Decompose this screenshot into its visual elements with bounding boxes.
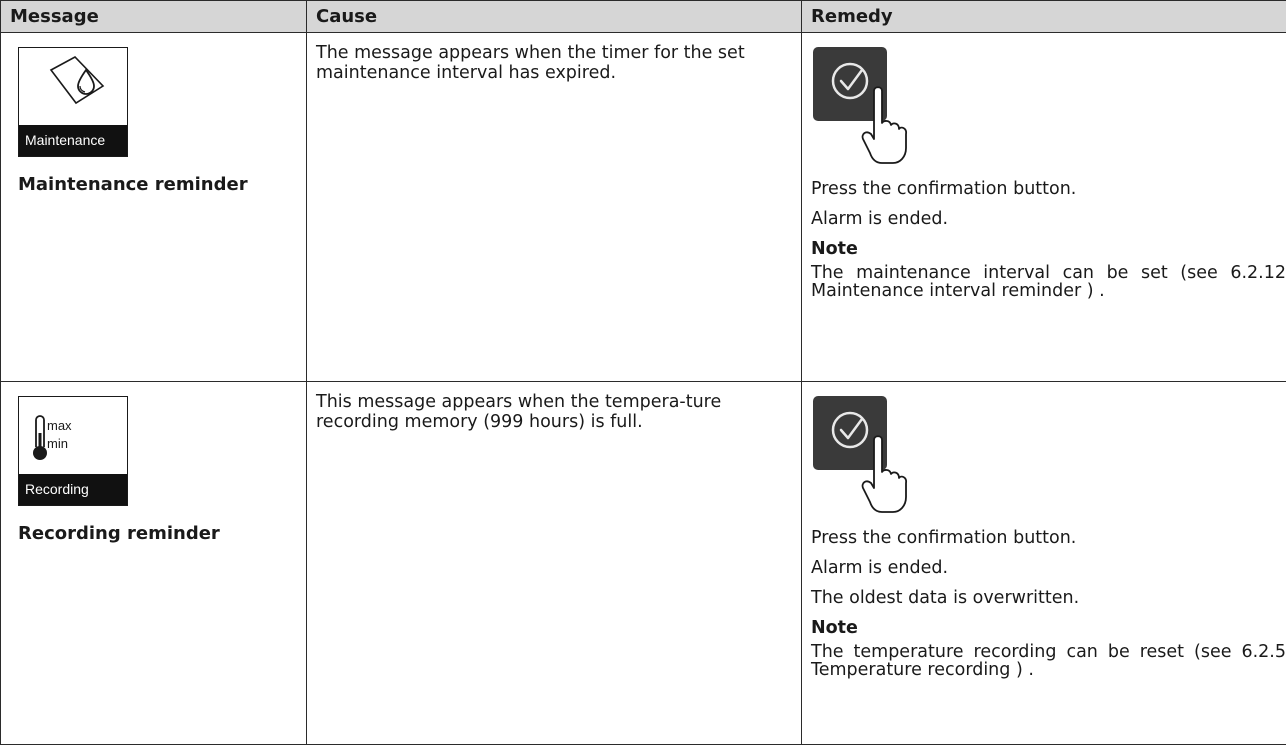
note-heading: Note — [811, 618, 1286, 638]
maintenance-display-icon: Maintenance — [18, 47, 128, 157]
message-title: Recording reminder — [18, 524, 306, 544]
icon-label: Recording — [19, 474, 127, 505]
message-title: Maintenance reminder — [18, 175, 306, 195]
message-cell: max min Recording Recording reminder — [1, 382, 307, 745]
header-cause: Cause — [307, 1, 802, 33]
confirm-button-press-icon — [811, 394, 921, 516]
note-text: The maintenance interval can be set (see… — [811, 264, 1286, 300]
min-label: min — [47, 436, 68, 451]
message-cell: Maintenance Maintenance reminder — [1, 33, 307, 382]
remedy-step: Press the confirmation button. — [811, 528, 1286, 548]
note-text: The temperature recording can be reset (… — [811, 643, 1286, 679]
remedy-step: The oldest data is overwritten. — [811, 588, 1286, 608]
icon-label: Maintenance — [19, 125, 127, 156]
header-remedy: Remedy — [802, 1, 1286, 33]
max-label: max — [47, 418, 72, 433]
table-row: Maintenance Maintenance reminder The mes… — [1, 33, 1286, 382]
remedy-cell: Press the confirmation button. Alarm is … — [802, 33, 1286, 382]
remedy-step: Alarm is ended. — [811, 209, 1286, 229]
thermometer-max-min-icon: max min — [19, 397, 127, 475]
table-row: max min Recording Recording reminder Thi… — [1, 382, 1286, 745]
table-header-row: Message Cause Remedy — [1, 1, 1286, 33]
confirm-button-press-icon — [811, 45, 921, 167]
remedy-step: Alarm is ended. — [811, 558, 1286, 578]
message-table: Message Cause Remedy Maintenance Mainten… — [0, 0, 1286, 745]
remedy-cell: Press the confirmation button. Alarm is … — [802, 382, 1286, 745]
cause-cell: The message appears when the timer for t… — [307, 33, 802, 382]
maintenance-drop-icon — [19, 48, 127, 126]
recording-display-icon: max min Recording — [18, 396, 128, 506]
cause-cell: This message appears when the tempera-tu… — [307, 382, 802, 745]
remedy-step: Press the confirmation button. — [811, 179, 1286, 199]
header-message: Message — [1, 1, 307, 33]
note-heading: Note — [811, 239, 1286, 259]
